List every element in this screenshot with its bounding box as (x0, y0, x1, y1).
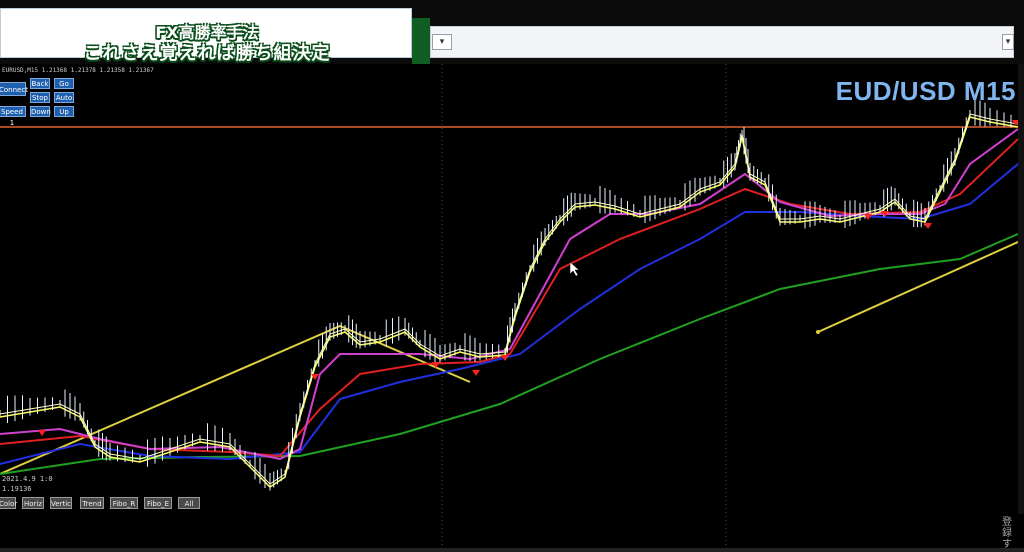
bar-price: 1.19136 (2, 485, 32, 493)
toolbar-dropdown-right[interactable]: ▾ (1002, 34, 1014, 50)
horiz-button[interactable]: Horiz (22, 497, 44, 509)
speed-button[interactable]: Speed 1 (0, 106, 26, 127)
go-button[interactable]: Go (54, 78, 74, 89)
subscribe-text: 登録す (1002, 517, 1012, 550)
vertic-button[interactable]: Vertic (50, 497, 72, 509)
banner-accent (412, 18, 430, 64)
banner-title-line2: これさえ覚えれば勝ち組決定 (83, 43, 331, 64)
title-banner: FX高勝率手法 これさえ覚えれば勝ち組決定 (0, 8, 412, 64)
moving-average-mid (0, 128, 1019, 461)
down-button[interactable]: Down (30, 106, 51, 117)
auto-button[interactable]: Auto (54, 92, 74, 103)
signal-arrow (472, 370, 480, 376)
back-button[interactable]: Back (30, 78, 50, 89)
price-scale[interactable] (1018, 64, 1024, 514)
ohlc-readout: EURUSD,M15 1.21368 1.21378 1.21358 1.213… (2, 67, 154, 74)
toolbar-dropdown[interactable]: ▾ (432, 34, 452, 50)
price-chart[interactable]: EURUSD,M15 1.21368 1.21378 1.21358 1.213… (0, 64, 1024, 552)
signal-arrow (924, 223, 932, 229)
trend-line-right (817, 241, 1019, 333)
dropdown-icon: ▾ (439, 37, 445, 47)
trend-line-anchor (816, 330, 820, 334)
connect-button[interactable]: Connect (0, 82, 28, 96)
stop-button[interactable]: Stop (30, 92, 50, 103)
moving-average-fast (0, 116, 1019, 488)
color-button[interactable]: Color (0, 497, 17, 509)
up-button[interactable]: Up (54, 106, 74, 117)
terminal-toolbar (430, 26, 1014, 58)
symbol-title: EUD/USD M15 (835, 76, 1016, 106)
dropdown-icon: ▾ (1005, 37, 1011, 47)
cursor-icon (569, 261, 580, 277)
signal-arrow (38, 430, 46, 436)
chart-canvas[interactable] (0, 64, 1024, 552)
fibo-e-button[interactable]: Fibo_E (144, 497, 172, 509)
trend-button[interactable]: Trend (80, 497, 104, 509)
all-button[interactable]: All (178, 497, 200, 509)
price-line (0, 113, 1019, 485)
fibo-r-button[interactable]: Fibo_R (110, 497, 138, 509)
time-axis[interactable] (0, 548, 1024, 552)
bar-date: 2021.4.9 1:0 (2, 475, 53, 483)
